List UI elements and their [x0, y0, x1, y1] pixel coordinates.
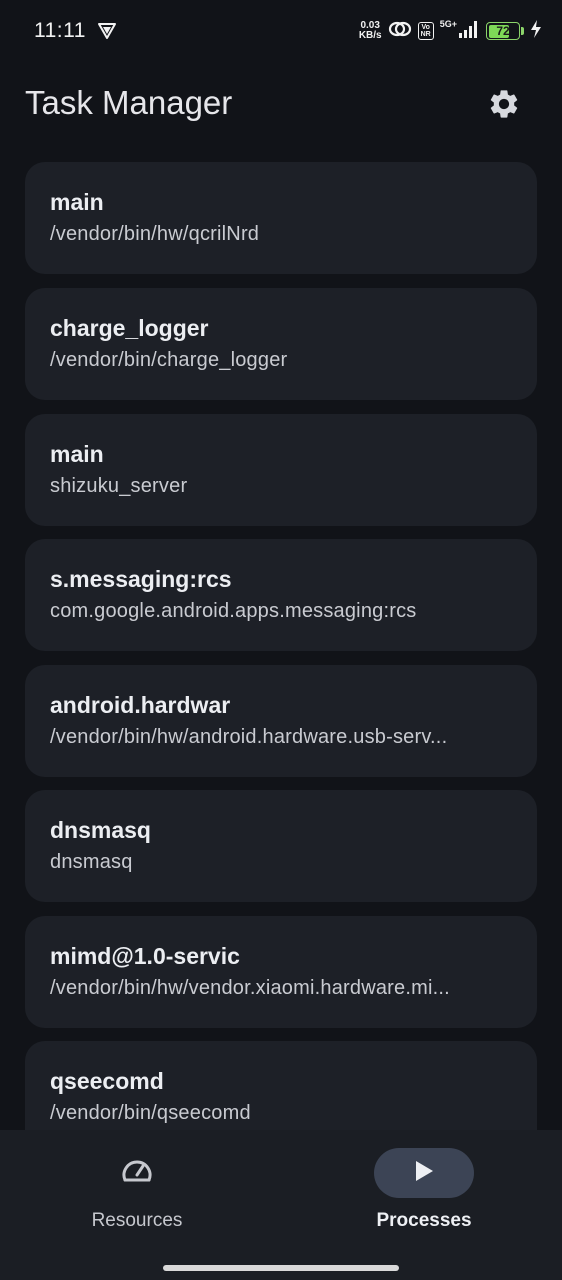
app-header: Task Manager	[0, 62, 562, 146]
page-title: Task Manager	[25, 84, 233, 121]
process-list[interactable]: main /vendor/bin/hw/qcrilNrd charge_logg…	[25, 162, 537, 1130]
battery-level: 72	[496, 24, 510, 38]
screen: 11:11 0.03 KB/s Vo NR 5G+ 72 Task Manage…	[0, 0, 562, 1280]
signal-bars-icon	[458, 19, 480, 44]
process-path: /vendor/bin/hw/qcrilNrd	[50, 223, 260, 245]
nav-processes-icon-container	[374, 1148, 474, 1198]
speedometer-icon	[120, 1156, 154, 1191]
network-speed: 0.03 KB/s	[359, 21, 382, 41]
vpn-shield-icon	[97, 21, 117, 41]
process-card[interactable]: dnsmasq dnsmasq	[25, 790, 537, 902]
process-path: /vendor/bin/charge_logger	[50, 349, 288, 371]
bottom-navigation: Resources Processes	[0, 1130, 562, 1280]
nav-resources-icon-container	[87, 1148, 187, 1198]
process-path: /vendor/bin/hw/vendor.xiaomi.hardware.mi…	[50, 977, 450, 999]
process-card[interactable]: s.messaging:rcs com.google.android.apps.…	[25, 539, 537, 651]
process-card[interactable]: mimd@1.0-servic /vendor/bin/hw/vendor.xi…	[25, 916, 537, 1028]
status-bar: 11:11 0.03 KB/s Vo NR 5G+ 72	[0, 0, 562, 62]
process-name: android.hardwar	[50, 692, 231, 718]
battery-icon: 72	[486, 22, 520, 40]
gear-icon	[487, 87, 521, 126]
cellular-signal: 5G+	[440, 19, 480, 44]
play-icon	[413, 1159, 435, 1188]
charging-bolt-icon	[530, 19, 542, 44]
process-name: s.messaging:rcs	[50, 566, 232, 592]
nav-processes-label: Processes	[376, 1210, 472, 1231]
settings-button[interactable]	[484, 86, 524, 126]
volte-top-label: Vo	[421, 24, 430, 31]
process-name: charge_logger	[50, 315, 209, 341]
process-card[interactable]: main shizuku_server	[25, 414, 537, 526]
network-type-label: 5G+	[439, 18, 457, 29]
process-name: qseecomd	[50, 1068, 164, 1094]
process-path: dnsmasq	[50, 851, 133, 873]
process-name: main	[50, 189, 104, 215]
nav-item-processes[interactable]: Processes	[354, 1148, 494, 1238]
nav-item-resources[interactable]: Resources	[67, 1148, 207, 1238]
process-card[interactable]: main /vendor/bin/hw/qcrilNrd	[25, 162, 537, 274]
process-path: /vendor/bin/qseecomd	[50, 1102, 251, 1124]
process-card[interactable]: charge_logger /vendor/bin/charge_logger	[25, 288, 537, 400]
network-speed-unit: KB/s	[358, 30, 382, 41]
hotspot-icon	[388, 19, 412, 44]
process-path: /vendor/bin/hw/android.hardware.usb-serv…	[50, 726, 448, 748]
process-name: main	[50, 441, 104, 467]
battery-cap	[521, 27, 524, 35]
home-indicator[interactable]	[163, 1265, 399, 1271]
battery-indicator: 72	[486, 22, 524, 40]
status-time: 11:11	[34, 19, 86, 42]
nav-resources-label: Resources	[91, 1210, 183, 1231]
status-icons: 0.03 KB/s Vo NR 5G+ 72	[359, 18, 542, 44]
volte-badge: Vo NR	[417, 22, 434, 40]
process-name: mimd@1.0-servic	[50, 943, 240, 969]
process-path: com.google.android.apps.messaging:rcs	[50, 600, 417, 622]
process-path: shizuku_server	[50, 475, 188, 497]
process-card[interactable]: qseecomd /vendor/bin/qseecomd	[25, 1041, 537, 1130]
process-name: dnsmasq	[50, 817, 151, 843]
process-card[interactable]: android.hardwar /vendor/bin/hw/android.h…	[25, 665, 537, 777]
volte-bottom-label: NR	[420, 31, 431, 38]
